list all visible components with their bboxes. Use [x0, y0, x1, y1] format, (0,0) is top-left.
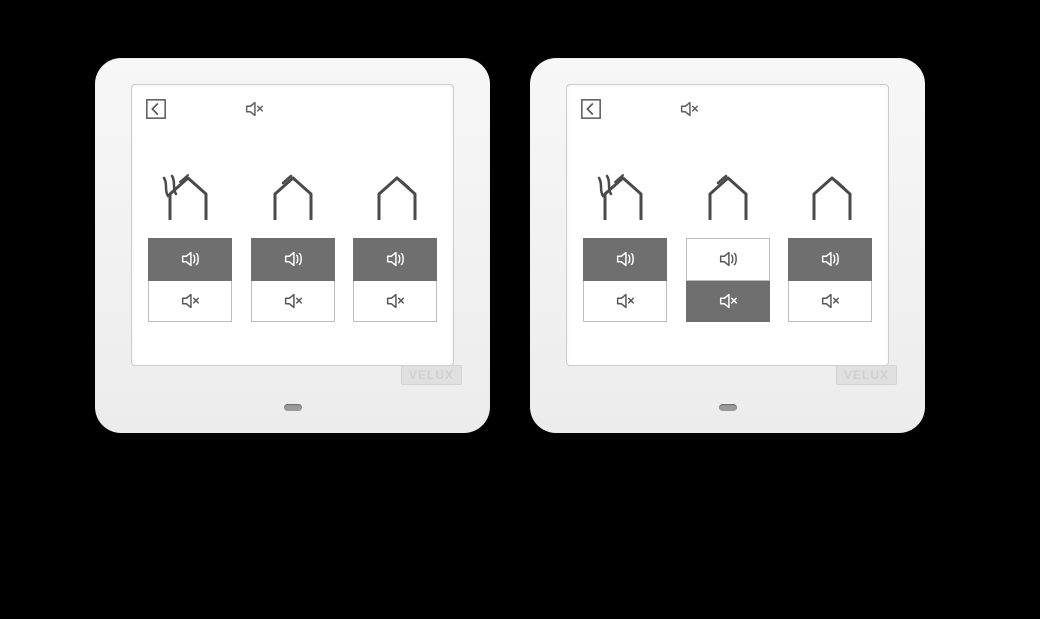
sound-off-button[interactable]	[148, 281, 232, 323]
sound-toggles-row	[580, 238, 875, 322]
sound-off-button[interactable]	[583, 281, 667, 323]
speaker-muted-icon	[674, 98, 704, 120]
led-indicator	[719, 404, 737, 411]
sound-off-button[interactable]	[353, 281, 437, 323]
house-closed-icon	[795, 154, 869, 224]
top-bar	[580, 94, 875, 124]
sound-off-button[interactable]	[251, 281, 335, 323]
screen	[131, 84, 454, 366]
top-bar	[145, 94, 440, 124]
stage: { "brand": "VELUX", "icons": { "back": "…	[0, 0, 1040, 619]
sound-toggle-closed	[788, 238, 872, 322]
sound-on-button[interactable]	[353, 238, 437, 281]
sound-on-button[interactable]	[788, 238, 872, 281]
back-button[interactable]	[145, 98, 167, 120]
control-pad-right: VELUX	[530, 58, 925, 433]
house-open-icon	[691, 154, 765, 224]
sound-toggle-closed	[353, 238, 437, 322]
mode-icons-row	[580, 154, 875, 224]
house-vent-icon	[586, 154, 660, 224]
sound-toggles-row	[145, 238, 440, 322]
house-open-icon	[256, 154, 330, 224]
back-button[interactable]	[580, 98, 602, 120]
sound-off-button[interactable]	[788, 281, 872, 323]
sound-toggle-ventilation	[148, 238, 232, 322]
brand-badge: VELUX	[836, 365, 897, 385]
brand-badge: VELUX	[401, 365, 462, 385]
sound-toggle-open	[251, 238, 335, 322]
sound-off-button[interactable]	[686, 281, 770, 323]
sound-on-button[interactable]	[583, 238, 667, 281]
sound-on-button[interactable]	[148, 238, 232, 281]
sound-on-button[interactable]	[686, 238, 770, 281]
control-pad-left: VELUX	[95, 58, 490, 433]
sound-toggle-ventilation	[583, 238, 667, 322]
sound-toggle-open	[686, 238, 770, 322]
house-closed-icon	[360, 154, 434, 224]
screen	[566, 84, 889, 366]
speaker-muted-icon	[239, 98, 269, 120]
sound-on-button[interactable]	[251, 238, 335, 281]
mode-icons-row	[145, 154, 440, 224]
house-vent-icon	[151, 154, 225, 224]
led-indicator	[284, 404, 302, 411]
